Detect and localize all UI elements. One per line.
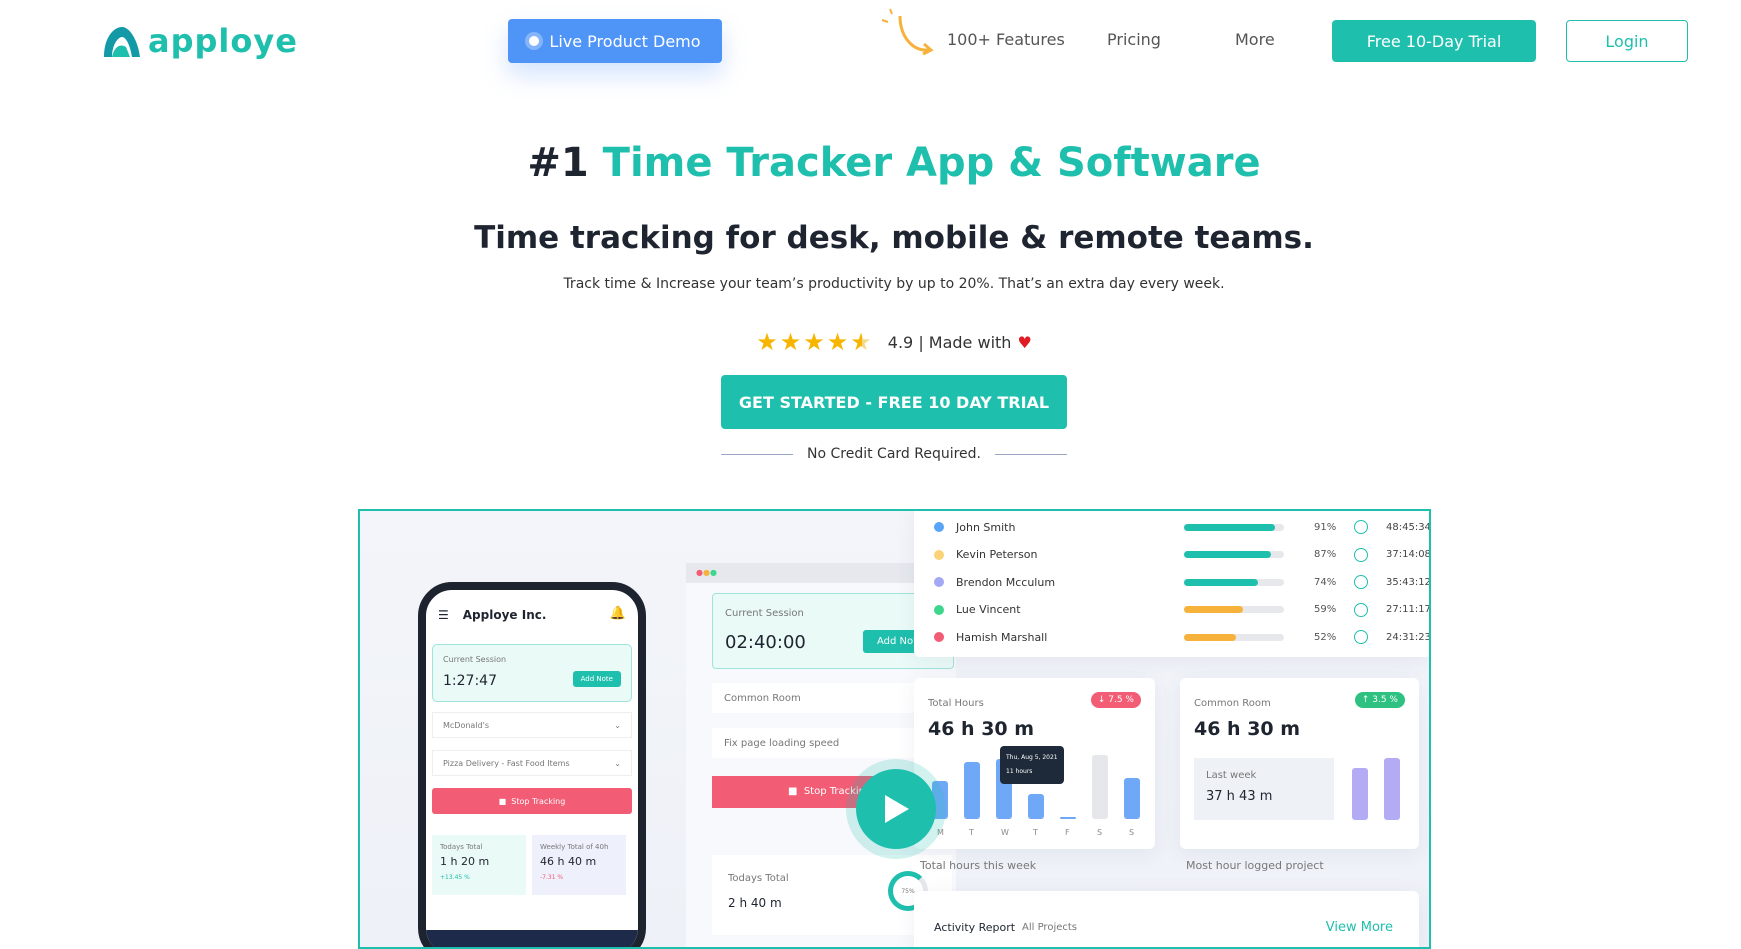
bell-icon[interactable]: 🔔 [610,606,626,621]
trend-badge: ↑ 3.5 % [1354,692,1405,708]
star-rating-icon: ★★★★★ [756,328,874,356]
chart-bar[interactable] [1092,755,1108,819]
member-percent: 87% [1314,549,1337,560]
login-button[interactable]: Login [1566,20,1688,62]
chart-bar[interactable] [1028,793,1044,819]
project-select[interactable]: Pizza Delivery - Fast Food Items ⌄ [432,750,632,776]
progress-bar [1184,578,1284,586]
status-dot [934,522,944,532]
progress-bar [1184,523,1284,531]
status-dot [934,577,944,587]
member-time: 35:43:12 [1386,576,1431,588]
day-label: W [1001,828,1009,837]
nav-pricing[interactable]: Pricing [1107,30,1161,49]
product-preview[interactable]: ☰ Apploye Inc. 🔔 Current Session 1:27:47 … [358,509,1431,949]
phone-mockup: ☰ Apploye Inc. 🔔 Current Session 1:27:47 … [418,582,646,947]
add-note-button[interactable]: Add Note [572,671,621,687]
progress-bar [1184,633,1284,641]
member-row: John Smith 91% 48:45:34 [934,517,1429,537]
clock-icon [1354,520,1368,534]
page-title: #1 Time Tracker App & Software [527,140,1261,186]
status-dot [934,632,944,642]
clock-icon [1354,547,1368,562]
play-video-button[interactable] [846,759,946,859]
member-time: 24:31:23 [1386,631,1431,643]
no-credit-card-note: No Credit Card Required. [721,446,1068,462]
free-trial-button[interactable]: Free 10-Day Trial [1332,20,1536,62]
stop-tracking-button[interactable]: ■ Stop Tracking [432,788,632,814]
nav-more[interactable]: More [1235,30,1275,49]
menu-icon[interactable]: ☰ [438,608,449,622]
member-row: Brendon Mcculum 74% 35:43:12 [934,572,1429,592]
clock-icon [1354,630,1368,644]
rating: ★★★★★ 4.9 | Made with ♥ [756,328,1032,356]
apploye-logo-icon [104,27,140,57]
chart-bar [1352,768,1368,820]
progress-bar [1184,606,1284,613]
member-name: Brendon Mcculum [956,575,1056,589]
clock-icon [1354,575,1368,589]
member-name: Hamish Marshall [956,630,1048,644]
team-members-list: John Smith 91% 48:45:34 Kevin Peterson 87… [914,511,1429,657]
divider [995,453,1068,455]
play-icon [885,795,909,823]
chart-bar [1384,758,1400,820]
chart-bar[interactable] [1124,777,1140,819]
tagline: Track time & Increase your team’s produc… [563,276,1225,292]
heart-icon: ♥ [1017,332,1032,352]
member-row: Lue Vincent 59% 27:11:17 [934,600,1429,620]
day-label: S [1097,828,1103,837]
get-started-button[interactable]: GET STARTED - FREE 10 DAY TRIAL [721,375,1067,429]
day-label: S [1129,828,1135,837]
member-percent: 59% [1314,604,1337,615]
activity-report-bar: Activity Report All Projects View More [914,891,1419,947]
tooltip: Thu, Aug 5, 2021 11 hours [1000,746,1064,784]
day-label: F [1065,828,1070,837]
member-name: John Smith [956,520,1016,534]
view-more-link[interactable]: View More [1326,920,1393,935]
divider [721,453,793,455]
live-dot-icon [529,36,540,46]
client-select[interactable]: McDonald's ⌄ [432,712,632,738]
sparkle-arrow-icon [881,8,934,56]
trend-badge: ↓ 7.5 % [1090,692,1141,708]
member-name: Lue Vincent [956,603,1021,616]
clock-icon [1354,602,1368,617]
status-dot [934,549,944,560]
subtitle: Time tracking for desk, mobile & remote … [474,220,1314,256]
member-name: Kevin Peterson [956,548,1038,561]
day-label: T [969,828,974,837]
progress-bar [1184,551,1284,558]
member-percent: 74% [1314,576,1337,588]
member-row: Hamish Marshall 52% 24:31:23 [934,627,1429,647]
live-demo-button[interactable]: Live Product Demo [508,19,722,63]
nav-features[interactable]: 100+ Features [947,30,1065,49]
member-percent: 91% [1314,521,1337,533]
status-dot [934,604,944,615]
member-row: Kevin Peterson 87% 37:14:08 [934,545,1429,565]
logo[interactable]: apploye [100,22,298,60]
common-room-card: Common Room ↑ 3.5 % 46 h 30 m Last week 3… [1180,678,1419,849]
member-percent: 52% [1314,631,1337,643]
member-time: 37:14:08 [1386,549,1431,560]
chart-bar[interactable] [964,761,980,819]
phone-session-card: Current Session 1:27:47 Add Note [432,644,632,702]
member-time: 48:45:34 [1386,521,1431,533]
day-label: T [1033,828,1038,837]
member-time: 27:11:17 [1386,604,1431,615]
total-hours-card: Total Hours ↓ 7.5 % 46 h 30 m MTWTFSS Th… [914,678,1155,849]
chart-bar[interactable] [1060,817,1076,819]
